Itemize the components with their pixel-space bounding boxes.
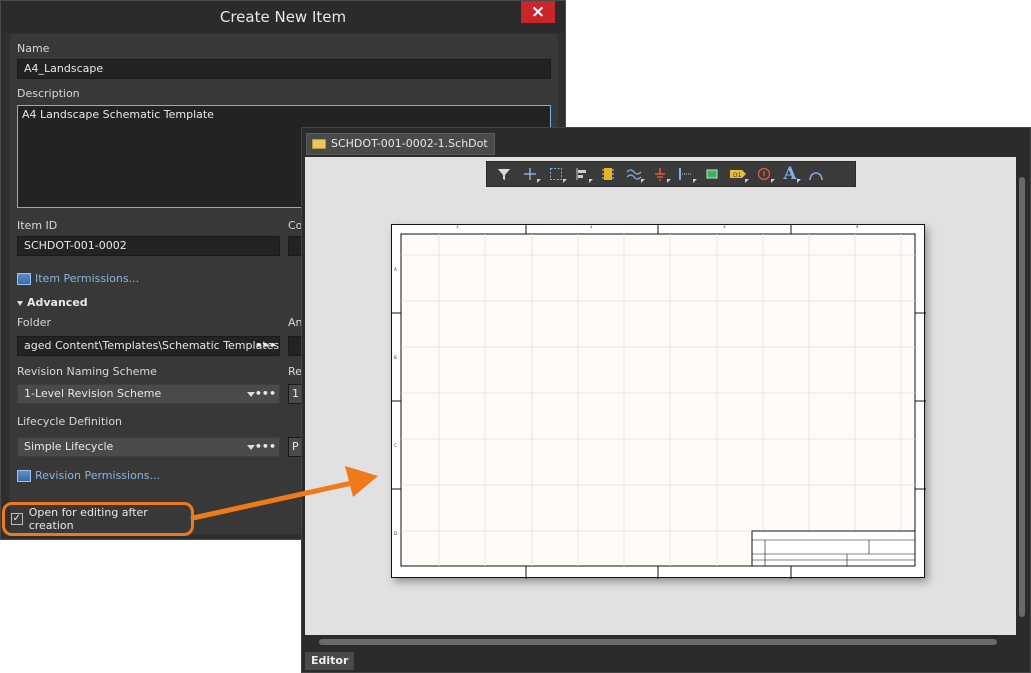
revision-naming-value: 1-Level Revision Scheme: [24, 387, 162, 400]
text-tool-glyph: A: [783, 164, 797, 184]
document-tab[interactable]: SCHDOT-001-0002-1.SchDot: [306, 133, 495, 155]
advanced-label: Advanced: [27, 296, 88, 309]
close-icon: ×: [530, 2, 546, 22]
folder-value: aged Content\Templates\Schematic Templat…: [24, 339, 280, 352]
advanced-section[interactable]: Advanced: [17, 296, 88, 309]
permissions-icon: [17, 272, 31, 285]
zone-col-1: 1: [456, 224, 459, 229]
chevron-down-icon: [247, 392, 255, 397]
revision-naming-label: Revision Naming Scheme: [17, 365, 157, 378]
dialog-title: Create New Item: [1, 1, 565, 33]
chevron-down-icon: [247, 445, 255, 450]
revision-naming-more-button[interactable]: •••: [255, 385, 276, 403]
item-permissions-label: Item Permissions...: [35, 272, 140, 285]
revision-permissions-link[interactable]: Revision Permissions...: [17, 469, 160, 482]
description-label: Description: [17, 87, 80, 100]
permissions-icon: [17, 469, 31, 482]
ground-icon[interactable]: [647, 163, 673, 185]
zone-col-3: 3: [723, 224, 726, 229]
vertical-scroll-thumb[interactable]: [1019, 177, 1025, 617]
revision-right-label: Re: [288, 365, 302, 378]
component-icon[interactable]: [595, 163, 621, 185]
name-input[interactable]: A4_Landscape: [17, 59, 551, 79]
vertical-scrollbar[interactable]: [1016, 157, 1028, 635]
schematic-sheet[interactable]: 1 2 3 4 A B C D: [391, 224, 926, 579]
revision-right-field[interactable]: 1: [288, 384, 302, 404]
zone-col-4: 4: [856, 224, 859, 229]
align-icon[interactable]: [569, 163, 595, 185]
sheet-drawing: [392, 225, 926, 579]
schematic-editor-window: SCHDOT-001-0002-1.SchDot D1 A 1 2 3 4 A …: [301, 127, 1031, 673]
folder-label: Folder: [17, 316, 51, 329]
folder-browse-button[interactable]: •••: [255, 337, 276, 355]
folder-input[interactable]: aged Content\Templates\Schematic Templat…: [17, 336, 280, 356]
content-type-field[interactable]: [288, 236, 302, 256]
lifecycle-label: Lifecycle Definition: [17, 415, 123, 428]
arc-icon[interactable]: [803, 163, 829, 185]
document-tab-label: SCHDOT-001-0002-1.SchDot: [331, 137, 488, 150]
collapse-triangle-icon: [17, 300, 23, 306]
lifecycle-more-button[interactable]: •••: [255, 438, 276, 456]
port-icon[interactable]: [673, 163, 699, 185]
zone-col-2: 2: [590, 224, 593, 229]
zone-row-a: A: [394, 267, 397, 272]
editor-bottom-tab[interactable]: Editor: [305, 652, 355, 670]
name-label: Name: [17, 42, 50, 55]
net-label-icon[interactable]: D1: [725, 163, 751, 185]
item-permissions-link[interactable]: Item Permissions...: [17, 272, 139, 285]
folder-right-field[interactable]: [288, 336, 302, 356]
revision-naming-select[interactable]: 1-Level Revision Scheme •••: [17, 384, 280, 404]
revision-permissions-label: Revision Permissions...: [35, 469, 161, 482]
document-icon: [312, 139, 326, 149]
lifecycle-select[interactable]: Simple Lifecycle •••: [17, 437, 280, 457]
cross-icon[interactable]: [517, 163, 543, 185]
zone-row-d: D: [394, 531, 398, 536]
active-bar-toolbar: D1 A: [486, 161, 856, 187]
close-button[interactable]: ×: [521, 1, 555, 23]
horizontal-scrollbar[interactable]: [305, 635, 1016, 649]
lifecycle-value: Simple Lifecycle: [24, 440, 114, 453]
item-id-label: Item ID: [17, 219, 58, 232]
editor-canvas[interactable]: D1 A 1 2 3 4 A B C D: [305, 157, 1016, 635]
lifecycle-right-field[interactable]: P: [288, 437, 302, 457]
text-icon[interactable]: A: [777, 163, 803, 185]
open-for-editing-checkbox[interactable]: ✓: [11, 513, 23, 525]
device-sheet-icon[interactable]: [699, 163, 725, 185]
horizontal-scroll-thumb[interactable]: [319, 639, 997, 645]
select-rect-icon[interactable]: [543, 163, 569, 185]
zone-row-c: C: [394, 443, 397, 448]
open-for-editing-label[interactable]: Open for editing after creation: [29, 506, 191, 532]
filter-icon[interactable]: [491, 163, 517, 185]
bus-icon[interactable]: [621, 163, 647, 185]
open-for-editing-highlight: ✓ Open for editing after creation: [2, 502, 194, 536]
item-id-input[interactable]: SCHDOT-001-0002: [17, 236, 280, 256]
parameter-icon[interactable]: [751, 163, 777, 185]
svg-text:D1: D1: [733, 172, 742, 179]
zone-row-b: B: [394, 355, 397, 360]
